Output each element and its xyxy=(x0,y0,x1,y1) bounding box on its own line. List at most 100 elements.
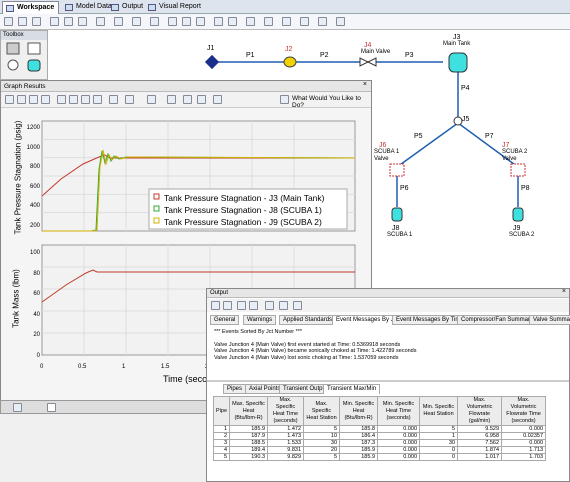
tab-workspace[interactable]: Workspace xyxy=(2,1,60,14)
reservoir-j1-icon[interactable] xyxy=(204,54,220,70)
close-icon[interactable]: × xyxy=(562,288,566,295)
select-icon[interactable] xyxy=(150,17,159,26)
export-icon[interactable] xyxy=(41,95,50,104)
table-cell: 1 xyxy=(212,425,231,433)
tab-label: Model Data xyxy=(76,3,112,10)
table-cell: 20 xyxy=(303,446,341,454)
font-icon[interactable] xyxy=(282,17,291,26)
format-icon[interactable] xyxy=(279,301,288,310)
filter-icon[interactable] xyxy=(249,301,258,310)
x-tick: 0 xyxy=(40,364,44,370)
zoom-out-icon[interactable] xyxy=(228,17,237,26)
column-header[interactable]: Max. Specific Heat (Btu/lbm-R) xyxy=(229,396,269,426)
valve-j4-icon-b[interactable] xyxy=(366,57,377,67)
delete-icon[interactable] xyxy=(96,17,105,26)
toolbox-icons xyxy=(6,42,41,72)
tank-j8-icon[interactable] xyxy=(391,207,403,222)
output-tab[interactable]: Compressor/Fan Summary xyxy=(457,315,538,325)
cut-icon[interactable] xyxy=(50,17,59,26)
cursor-icon[interactable] xyxy=(109,95,118,104)
column-header[interactable]: Max. Volumetric Flowrate (gal/min) xyxy=(457,396,503,426)
table-cell: 189.4 xyxy=(229,446,269,454)
undo-icon[interactable] xyxy=(18,17,27,26)
pin-icon[interactable] xyxy=(237,301,246,310)
animate-icon[interactable] xyxy=(197,95,206,104)
new-icon[interactable] xyxy=(4,17,13,26)
redo-icon[interactable] xyxy=(32,17,41,26)
graph-list-icon[interactable] xyxy=(57,95,66,104)
print-icon[interactable] xyxy=(211,301,220,310)
help-icon[interactable] xyxy=(280,95,289,104)
zoom-in-icon[interactable] xyxy=(214,17,223,26)
table-row[interactable]: 4 189.4 9.831 20 185.9 0.000 0 1.874 1.713 xyxy=(212,446,547,454)
output-bottom-tab-active[interactable]: Transient Max/Min xyxy=(323,384,381,394)
copy-icon[interactable] xyxy=(64,17,73,26)
flip-icon[interactable] xyxy=(132,17,141,26)
output-tab[interactable]: Valve Summary xyxy=(529,315,570,325)
save-icon[interactable] xyxy=(223,301,232,310)
graph-tab-2-icon[interactable] xyxy=(47,403,56,412)
splitter[interactable] xyxy=(207,380,569,382)
table-cell: 185.8 xyxy=(339,425,379,433)
valve-j4-icon[interactable] xyxy=(359,57,370,67)
pan-icon[interactable] xyxy=(182,17,191,26)
paste-icon[interactable] xyxy=(78,17,87,26)
zoom-icon[interactable] xyxy=(196,17,205,26)
color-icon[interactable] xyxy=(300,17,309,26)
column-header[interactable]: Max. Specific Heat Time (seconds) xyxy=(267,396,305,426)
output-tab[interactable]: Warnings xyxy=(243,315,277,325)
list-icon[interactable] xyxy=(265,301,274,310)
table-cell: 187.3 xyxy=(339,439,379,447)
help-icon[interactable] xyxy=(293,301,302,310)
format-icon[interactable] xyxy=(167,95,176,104)
tank-j9-icon[interactable] xyxy=(512,207,524,222)
align-icon[interactable] xyxy=(114,17,123,26)
table-row[interactable]: 5 190.3 9.829 5 185.9 0.000 0 1.017 1.703 xyxy=(212,453,547,461)
tab-visual-report[interactable]: Visual Report xyxy=(145,1,205,14)
check-icon[interactable] xyxy=(93,95,102,104)
output-bottom-tab[interactable]: Pipes xyxy=(223,384,247,394)
pipe-label: P8 xyxy=(521,185,530,192)
pipe-tool-icon[interactable] xyxy=(6,42,20,55)
valve-j7-icon[interactable] xyxy=(510,163,526,177)
output-window: Output × General Warnings Applied Standa… xyxy=(206,288,570,482)
bold-icon[interactable] xyxy=(318,17,327,26)
column-header[interactable]: Max. Volumetric Flowrate Time (seconds) xyxy=(501,396,547,426)
zoom-icon[interactable] xyxy=(147,95,156,104)
settings-icon[interactable] xyxy=(213,95,222,104)
tank-j3-icon[interactable] xyxy=(448,52,468,73)
junction-tool-icon[interactable] xyxy=(7,59,19,71)
tab-output[interactable]: Output xyxy=(108,1,147,14)
column-header[interactable]: Max. Specific Heat Station xyxy=(303,396,341,426)
junction-j5-icon[interactable] xyxy=(453,116,463,126)
crosshair-icon[interactable] xyxy=(125,95,134,104)
table-cell: 0.000 xyxy=(377,425,421,433)
close-icon[interactable]: × xyxy=(363,81,367,88)
column-header[interactable]: Pipe xyxy=(212,396,231,426)
compressor-j2-icon[interactable] xyxy=(283,56,297,68)
tank-tool-icon[interactable] xyxy=(27,59,41,72)
output-tab[interactable]: General xyxy=(210,315,240,325)
table-row[interactable]: 2 187.9 1.473 10 186.4 0.000 1 6.958 0.02357 xyxy=(212,432,547,440)
text-icon[interactable] xyxy=(264,17,273,26)
column-header[interactable]: Min. Specific Heat Station xyxy=(419,396,459,426)
grid-icon[interactable] xyxy=(246,17,255,26)
what-would-you-like-button[interactable]: What Would You Like to Do? xyxy=(292,95,371,109)
y-tick: 1000 xyxy=(26,144,40,151)
column-header[interactable]: Min. Specific Heat Time (seconds) xyxy=(377,396,421,426)
table-icon[interactable] xyxy=(69,95,78,104)
column-header[interactable]: Min. Specific Heat (Btu/lbm-R) xyxy=(339,396,379,426)
table-row[interactable]: 1 185.9 1.472 5 185.8 0.000 5 9.529 0.000 xyxy=(212,425,547,433)
pointer-icon[interactable] xyxy=(168,17,177,26)
pipe-label: P1 xyxy=(246,52,255,59)
table-cell: 1.533 xyxy=(267,439,305,447)
graph-tab-1-icon[interactable] xyxy=(13,403,22,412)
chart-icon[interactable] xyxy=(81,95,90,104)
copy-icon[interactable] xyxy=(29,95,38,104)
table-row[interactable]: 3 188.5 1.533 30 187.3 0.000 30 7.562 0.000 xyxy=(212,439,547,447)
palette-icon[interactable] xyxy=(183,95,192,104)
valve-j6-icon[interactable] xyxy=(389,163,405,177)
output-tab[interactable]: Applied Standards xyxy=(279,315,337,325)
layout-icon[interactable] xyxy=(336,17,345,26)
annotation-tool-icon[interactable] xyxy=(27,42,41,55)
